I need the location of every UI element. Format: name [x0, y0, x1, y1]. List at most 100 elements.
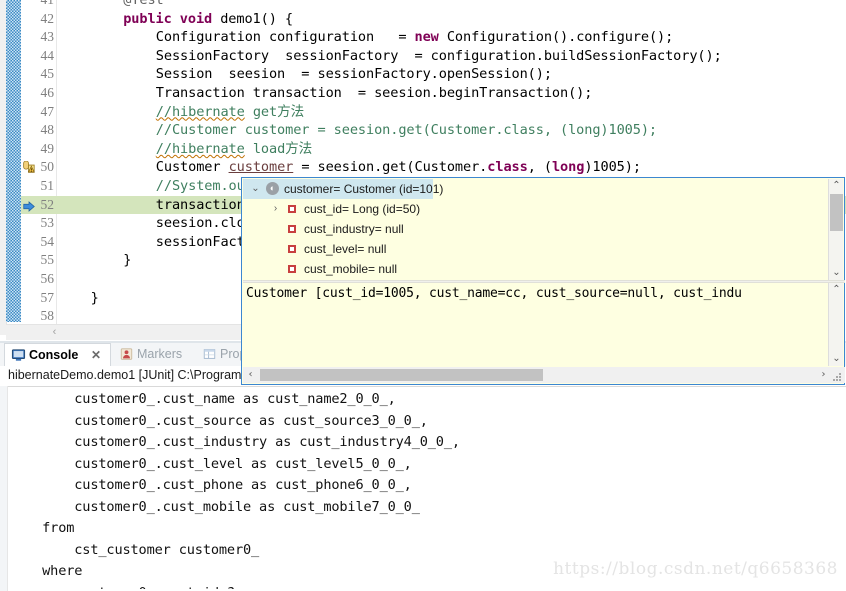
line-number: 41 [21, 0, 55, 10]
tree-vertical-scrollbar[interactable]: ⌃ ⌄ [828, 179, 843, 280]
line-number: 47 [40, 103, 55, 119]
variable-tree-row[interactable]: › cust_id= Long (id=50) [243, 199, 830, 219]
annotation-overview-ruler[interactable] [6, 0, 21, 322]
console-line: customer0_.cust_id=? [10, 583, 235, 590]
current-instruction-pointer-icon[interactable] [22, 199, 36, 213]
tab-markers-label: Markers [137, 347, 183, 361]
markers-icon [120, 348, 133, 360]
editor-hscroll-left-arrow[interactable]: ‹ [48, 326, 61, 339]
code-token: public [123, 10, 180, 27]
code-token: = seesion.get(Customer. [293, 159, 488, 176]
code-line[interactable]: Customer customer = seesion.get(Customer… [156, 158, 641, 177]
code-line[interactable]: //hibernate load方法 [156, 140, 312, 159]
properties-icon [203, 349, 216, 359]
line-number: 51 [40, 178, 55, 193]
console-line: cst_customer customer0_ [10, 541, 260, 558]
code-token: void [179, 10, 221, 27]
variable-tree-row[interactable]: cust_mobile= null [243, 259, 830, 279]
code-line[interactable]: } [91, 289, 99, 308]
variable-label: cust_mobile= null [304, 262, 398, 276]
line-number: 43 [40, 29, 55, 45]
tab-console[interactable]: Console ✕ [4, 343, 111, 366]
console-line: customer0_.cust_source as cust_source3_0… [10, 412, 428, 429]
code-token: Configuration().configure(); [446, 29, 674, 46]
code-token: long [551, 159, 585, 176]
code-token: new [414, 29, 447, 46]
code-token: , ( [527, 159, 552, 176]
line-number: 56 [40, 271, 55, 286]
object-icon: ◐ [266, 182, 279, 195]
detail-hscroll-thumb[interactable] [260, 369, 543, 381]
console-line: from [10, 520, 75, 536]
variable-label: cust_level= null [304, 242, 387, 256]
code-token: class [487, 159, 528, 176]
code-token: } [90, 289, 99, 306]
variable-tree[interactable]: ⌄ ◐ customer= Customer (id=101) › cust_id= L… [243, 179, 830, 280]
field-icon [288, 265, 296, 273]
variable-label: cust_id= Long (id=50) [304, 202, 421, 216]
code-token: @Test [123, 0, 164, 8]
code-line[interactable]: SessionFactory sessionFactory = configur… [156, 47, 722, 66]
code-line[interactable]: @Test [123, 0, 164, 10]
code-token: Session seesion = sessionFactory.openSes… [155, 66, 552, 83]
line-number: 49 [40, 140, 55, 156]
field-icon [288, 245, 296, 253]
console-line: customer0_.cust_name as cust_name2_0_0_, [10, 391, 396, 407]
tree-scroll-up-arrow[interactable]: ⌃ [829, 179, 844, 193]
code-line[interactable]: //Customer customer = seesion.get(Custom… [156, 121, 657, 140]
variable-tree-row[interactable]: ⌄ ◐ customer= Customer (id=101) [243, 179, 443, 199]
code-token: demo1() { [220, 10, 293, 27]
console-line: customer0_.cust_mobile as cust_mobile7_0… [10, 498, 420, 515]
code-line[interactable]: Session seesion = sessionFactory.openSes… [156, 65, 552, 84]
line-number: 48 [40, 122, 55, 138]
console-line: customer0_.cust_industry as cust_industr… [10, 434, 460, 450]
line-number: 46 [40, 85, 55, 100]
line-number: 42 [40, 10, 55, 26]
code-token: load方法 [244, 140, 313, 157]
detail-scroll-left-arrow[interactable]: ‹ [243, 368, 258, 382]
detail-scroll-right-arrow[interactable]: › [816, 368, 831, 382]
tab-console-close-icon[interactable]: ✕ [91, 344, 101, 367]
warning-marker-icon[interactable] [22, 160, 36, 174]
detail-text: Customer [cust_id=1005, cust_name=cc, cu… [246, 286, 742, 301]
console-line: customer0_.cust_level as cust_level5_0_0… [10, 455, 412, 472]
popup-resize-grip[interactable] [833, 373, 842, 382]
detail-horizontal-scrollbar[interactable]: ‹ › [243, 367, 845, 383]
gutter-separator [56, 0, 57, 335]
code-line[interactable]: public void demo1() { [123, 10, 293, 29]
chevron-down-icon[interactable]: ⌄ [249, 179, 262, 199]
variable-label: customer= Customer (id=101) [284, 182, 444, 196]
code-token: //hibernate [155, 103, 245, 120]
code-token: Configuration configuration = [155, 29, 415, 46]
variable-tree-row[interactable]: cust_industry= null [243, 219, 830, 239]
code-line[interactable]: //hibernate get方法 [156, 103, 304, 122]
code-line[interactable]: } [123, 251, 131, 270]
variable-tree-row[interactable]: cust_level= null [243, 239, 830, 259]
code-token: //Customer customer = seesion.get(Custom… [155, 122, 658, 139]
tree-scroll-down-arrow[interactable]: ⌄ [829, 266, 844, 280]
detail-pane[interactable]: Customer [cust_id=1005, cust_name=cc, cu… [243, 283, 830, 366]
code-token: SessionFactory sessionFactory = configur… [155, 47, 722, 64]
tree-scroll-thumb[interactable] [830, 194, 843, 231]
line-number: 55 [40, 252, 55, 268]
variable-inspect-popup[interactable]: ⌄ ◐ customer= Customer (id=101) › cust_id= L… [241, 177, 845, 385]
eclipse-ide-window: 414243444546474849505152535455565758 @Te… [0, 0, 846, 591]
line-number: 57 [40, 289, 55, 305]
detail-vertical-scrollbar[interactable]: ⌃ ⌄ [828, 283, 843, 366]
code-token: )1005); [584, 159, 641, 176]
line-number: 53 [40, 215, 55, 231]
line-number: 45 [40, 66, 55, 82]
detail-scroll-up-arrow[interactable]: ⌃ [829, 283, 844, 297]
console-icon [11, 349, 26, 361]
detail-scroll-down-arrow[interactable]: ⌄ [829, 352, 844, 366]
console-line: customer0_.cust_phone as cust_phone6_0_0… [10, 477, 412, 493]
console-left-margin [0, 386, 8, 591]
chevron-right-icon[interactable]: › [269, 199, 282, 219]
field-icon [288, 205, 296, 213]
code-line[interactable]: Transaction transaction = seesion.beginT… [156, 84, 593, 103]
code-line[interactable]: Configuration configuration = new Config… [155, 28, 674, 47]
instruction-pointer-glyph [23, 200, 35, 212]
code-token: customer [228, 159, 294, 176]
tab-markers[interactable]: Markers [113, 343, 196, 366]
line-number: 54 [40, 233, 55, 249]
